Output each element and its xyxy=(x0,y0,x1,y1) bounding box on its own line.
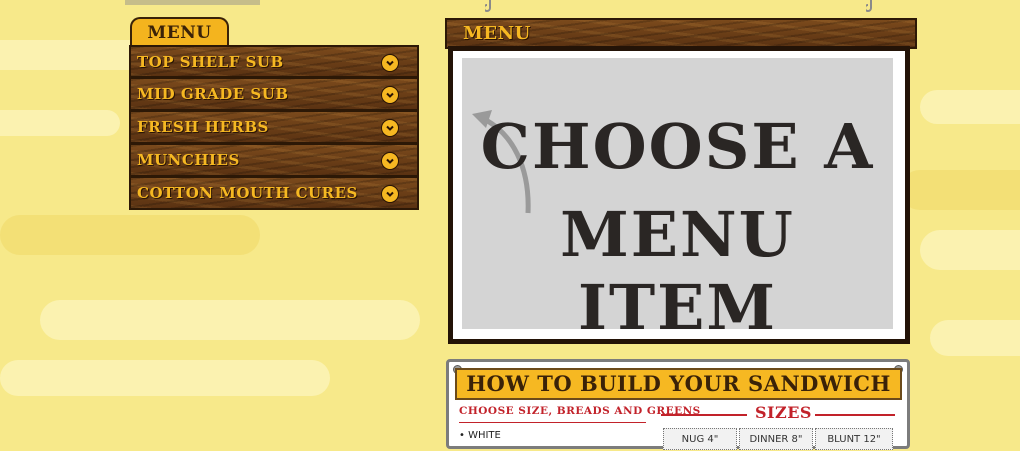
sign-title: MENU xyxy=(463,23,531,44)
menu-item-munchies[interactable]: MUNCHIES xyxy=(129,144,419,177)
sky-streak xyxy=(930,320,1020,356)
divider xyxy=(661,414,747,416)
menu-list: TOP SHELF SUB MID GRADE SUB FRESH HERBS … xyxy=(129,45,419,210)
chevron-down-icon[interactable] xyxy=(381,54,399,72)
sky-streak xyxy=(920,230,1020,270)
chevron-down-icon[interactable] xyxy=(381,152,399,170)
chevron-down-icon[interactable] xyxy=(381,119,399,137)
menu-display-panel: CHOOSE A MENU ITEM xyxy=(448,46,910,344)
sign-header: MENU xyxy=(445,18,917,49)
menu-item-label: COTTON MOUTH CURES xyxy=(137,184,358,202)
chevron-down-icon[interactable] xyxy=(381,86,399,104)
sizes-title: SIZES xyxy=(755,403,812,422)
menu-item-label: MID GRADE SUB xyxy=(137,85,289,103)
menu-item-cotton-mouth-cures[interactable]: COTTON MOUTH CURES xyxy=(129,177,419,210)
hook-icon xyxy=(866,0,872,12)
menu-item-label: MUNCHIES xyxy=(137,151,240,169)
chevron-down-icon[interactable] xyxy=(381,185,399,203)
bread-option: • WHITE xyxy=(459,430,501,441)
sky-streak xyxy=(0,360,330,396)
menu-tab[interactable]: MENU xyxy=(130,17,229,46)
size-option: DINNER 8" xyxy=(739,428,813,450)
sky-streak xyxy=(920,90,1020,124)
menu-display-screen: CHOOSE A MENU ITEM xyxy=(462,58,893,344)
menu-item-mid-grade-sub[interactable]: MID GRADE SUB xyxy=(129,78,419,111)
size-option: BLUNT 12" xyxy=(815,428,893,450)
menu-item-label: FRESH HERBS xyxy=(137,118,269,136)
hook-icon xyxy=(485,0,491,12)
sky-streak xyxy=(0,110,120,136)
size-option: NUG 4" xyxy=(663,428,737,450)
menu-item-top-shelf-sub[interactable]: TOP SHELF SUB xyxy=(129,45,419,78)
menu-item-fresh-herbs[interactable]: FRESH HERBS xyxy=(129,111,419,144)
sky-streak xyxy=(900,170,1020,210)
build-banner: HOW TO BUILD YOUR SANDWICH xyxy=(455,368,902,400)
build-sandwich-board: HOW TO BUILD YOUR SANDWICH CHOOSE SIZE, … xyxy=(446,359,910,450)
sky-streak xyxy=(125,0,260,5)
choose-heading-line2: MENU ITEM xyxy=(560,198,795,344)
sky-streak xyxy=(40,300,420,340)
divider xyxy=(815,414,895,416)
menu-item-label: TOP SHELF SUB xyxy=(137,52,284,71)
sky-streak xyxy=(0,215,260,255)
divider xyxy=(459,422,646,423)
choose-heading-line1: CHOOSE A xyxy=(480,110,875,183)
